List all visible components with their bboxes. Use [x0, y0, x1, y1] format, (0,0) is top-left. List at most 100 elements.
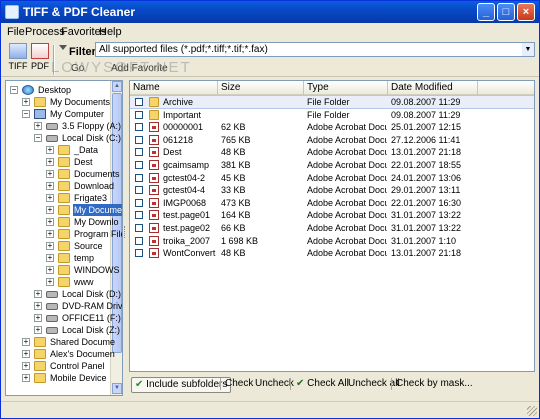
cell-type: File Folder: [307, 97, 350, 107]
folder-icon: [34, 97, 46, 107]
collapse-icon[interactable]: −: [22, 110, 30, 118]
table-row[interactable]: WontConvert 48 KB Adobe Acrobat Docu... 13.…: [130, 247, 534, 259]
title-bar[interactable]: TIFF & PDF Cleaner _ □ ×: [1, 1, 539, 23]
table-row[interactable]: gctest04-2 45 KB Adobe Acrobat Docu... 24.0…: [130, 172, 534, 184]
scroll-up-icon[interactable]: ▲: [112, 81, 122, 92]
cell-name: gctest04-2: [163, 172, 206, 183]
menu-bar: File Process Favorites Help: [1, 23, 539, 41]
close-button[interactable]: ×: [517, 3, 535, 21]
row-checkbox[interactable]: [135, 135, 143, 144]
expand-icon[interactable]: +: [46, 182, 54, 190]
expand-icon[interactable]: +: [46, 242, 54, 250]
expand-icon[interactable]: +: [22, 98, 30, 106]
menu-file[interactable]: File: [7, 26, 25, 38]
row-checkbox[interactable]: [135, 161, 143, 169]
expand-icon[interactable]: +: [46, 170, 54, 178]
table-row[interactable]: gcaimsamp 381 KB Adobe Acrobat Docu... 22.0…: [130, 159, 534, 171]
check-by-mask-button[interactable]: Check by mask...: [393, 377, 476, 393]
cell-size: 33 KB: [221, 185, 246, 196]
table-row[interactable]: Archive File Folder 09.08.2007 11:29: [130, 95, 534, 109]
cell-name: test.page01: [163, 210, 211, 221]
funnel-icon: [59, 45, 67, 53]
expand-icon[interactable]: +: [46, 194, 54, 202]
row-checkbox[interactable]: [135, 249, 143, 258]
expand-icon[interactable]: +: [46, 254, 54, 262]
table-row[interactable]: IMGP0068 473 KB Adobe Acrobat Docu... 22.01…: [130, 197, 534, 209]
chevron-down-icon[interactable]: ▼: [522, 43, 534, 56]
expand-icon[interactable]: +: [34, 290, 42, 298]
expand-icon[interactable]: +: [34, 314, 42, 322]
drive-icon: [46, 291, 58, 298]
window-title: TIFF & PDF Cleaner: [23, 5, 136, 19]
scroll-down-icon[interactable]: ▼: [112, 383, 122, 394]
cell-type: Adobe Acrobat Docu...: [307, 185, 387, 196]
resize-grip-icon[interactable]: [527, 406, 537, 416]
row-checkbox[interactable]: [135, 173, 143, 182]
maximize-button[interactable]: □: [497, 3, 515, 21]
expand-icon[interactable]: +: [34, 122, 42, 130]
expand-icon[interactable]: +: [22, 338, 30, 346]
table-row[interactable]: gctest04-4 33 KB Adobe Acrobat Docu... 29.0…: [130, 184, 534, 196]
table-row[interactable]: troika_2007 1 698 KB Adobe Acrobat Docu...…: [130, 235, 534, 247]
expand-icon[interactable]: +: [46, 266, 54, 274]
table-row[interactable]: Important File Folder 09.08.2007 11:29: [130, 109, 534, 121]
pane-splitter[interactable]: [124, 226, 127, 238]
row-checkbox[interactable]: [135, 236, 143, 245]
collapse-icon[interactable]: −: [10, 86, 18, 94]
pdf-button[interactable]: PDF: [29, 43, 51, 75]
tiff-button[interactable]: TIFF: [7, 43, 29, 75]
expand-icon[interactable]: +: [46, 158, 54, 166]
check-all-button[interactable]: ✔ Check All: [293, 377, 352, 393]
folder-icon: [58, 253, 70, 263]
expand-icon[interactable]: +: [22, 374, 30, 382]
table-row[interactable]: Dest 48 KB Adobe Acrobat Docu... 13.01.2007…: [130, 146, 534, 158]
pdf-file-icon: [149, 160, 159, 170]
tree-item-label: Control Panel: [50, 361, 105, 371]
column-name[interactable]: Name: [130, 81, 218, 95]
expand-icon[interactable]: +: [46, 278, 54, 286]
column-type[interactable]: Type: [304, 81, 388, 95]
row-checkbox[interactable]: [135, 186, 143, 195]
expand-icon[interactable]: +: [22, 362, 30, 370]
include-subfolders-button[interactable]: ✔ Include subfolders: [131, 377, 232, 393]
expand-icon[interactable]: +: [34, 326, 42, 334]
cell-size: 473 KB: [221, 197, 251, 208]
row-checkbox[interactable]: [135, 123, 143, 132]
menu-help[interactable]: Help: [99, 26, 122, 38]
table-row[interactable]: 061218 765 KB Adobe Acrobat Docu... 27.12.2…: [130, 134, 534, 146]
tree-item-label: Local Disk (D:): [62, 289, 122, 299]
cell-size: 62 KB: [221, 122, 246, 133]
column-size[interactable]: Size: [218, 81, 304, 95]
expand-icon[interactable]: +: [46, 206, 54, 214]
expand-icon[interactable]: +: [46, 218, 54, 226]
cell-date: 22.01.2007 18:55: [391, 160, 462, 170]
tree-item-label: My Docume: [73, 204, 123, 216]
column-date-modified[interactable]: Date Modified: [388, 81, 478, 95]
cell-type: Adobe Acrobat Docu...: [307, 122, 387, 133]
table-row[interactable]: test.page02 66 KB Adobe Acrobat Docu... 31.…: [130, 222, 534, 234]
row-checkbox[interactable]: [135, 211, 143, 220]
filter-dropdown[interactable]: All supported files (*.pdf;*.tiff;*.tif;…: [95, 42, 535, 57]
table-row[interactable]: 00000001 62 KB Adobe Acrobat Docu... 25.01.…: [130, 121, 534, 133]
folder-tree[interactable]: ▲ ▼ − Desktop + My Documents − My Computer +3.…: [5, 80, 123, 396]
row-checkbox[interactable]: [135, 198, 143, 207]
pdf-label: PDF: [31, 61, 49, 71]
row-checkbox[interactable]: [135, 110, 143, 119]
folder-icon: [58, 157, 70, 167]
folder-icon: [34, 349, 46, 359]
menu-process[interactable]: Process: [25, 26, 65, 38]
row-checkbox[interactable]: [135, 148, 143, 157]
expand-icon[interactable]: +: [46, 146, 54, 154]
expand-icon[interactable]: +: [46, 230, 54, 238]
cell-type: Adobe Acrobat Docu...: [307, 160, 387, 170]
expand-icon[interactable]: +: [22, 350, 30, 358]
table-row[interactable]: test.page01 164 KB Adobe Acrobat Docu... 31…: [130, 209, 534, 221]
expand-icon[interactable]: +: [34, 302, 42, 310]
separator: [290, 378, 291, 390]
row-checkbox[interactable]: [135, 224, 143, 232]
minimize-button[interactable]: _: [477, 3, 495, 21]
collapse-icon[interactable]: −: [34, 134, 42, 142]
file-list[interactable]: Name Size Type Date Modified Archive File…: [129, 80, 535, 372]
row-checkbox[interactable]: [135, 98, 143, 106]
cell-name: gcaimsamp: [163, 160, 210, 170]
